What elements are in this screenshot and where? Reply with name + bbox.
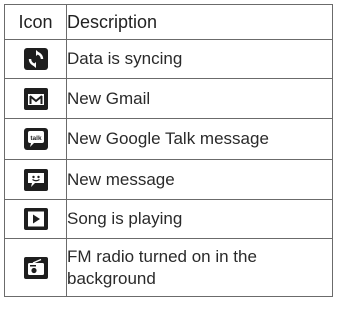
google-talk-icon: talk [23, 128, 48, 150]
play-icon [23, 208, 48, 230]
column-header-description: Description [66, 4, 333, 40]
icon-cell [4, 238, 67, 297]
table-row: Data is syncing [4, 39, 333, 79]
description-cell: New Google Talk message [66, 118, 333, 160]
description-cell: New message [66, 159, 333, 200]
description-cell: New Gmail [66, 78, 333, 119]
svg-text:talk: talk [30, 135, 42, 142]
icon-cell [4, 39, 67, 79]
table-row: FM radio turned on in the background [4, 238, 333, 297]
icon-cell: talk [4, 118, 67, 160]
notification-icons-table: Icon Description Data is syncing New Gma… [4, 4, 333, 297]
description-cell: Data is syncing [66, 39, 333, 79]
icon-cell [4, 78, 67, 119]
table-row: talk New Google Talk message [4, 118, 333, 160]
description-cell: FM radio turned on in the background [66, 238, 333, 297]
table-row: New Gmail [4, 78, 333, 119]
table-row: New message [4, 159, 333, 200]
table-row: Song is playing [4, 199, 333, 239]
fm-radio-icon [23, 256, 48, 279]
description-cell: Song is playing [66, 199, 333, 239]
table-header-row: Icon Description [4, 4, 333, 40]
gmail-icon [23, 87, 48, 110]
message-icon [23, 168, 48, 191]
icon-cell [4, 199, 67, 239]
sync-icon [23, 48, 48, 70]
icon-cell [4, 159, 67, 200]
column-header-icon: Icon [4, 4, 67, 40]
